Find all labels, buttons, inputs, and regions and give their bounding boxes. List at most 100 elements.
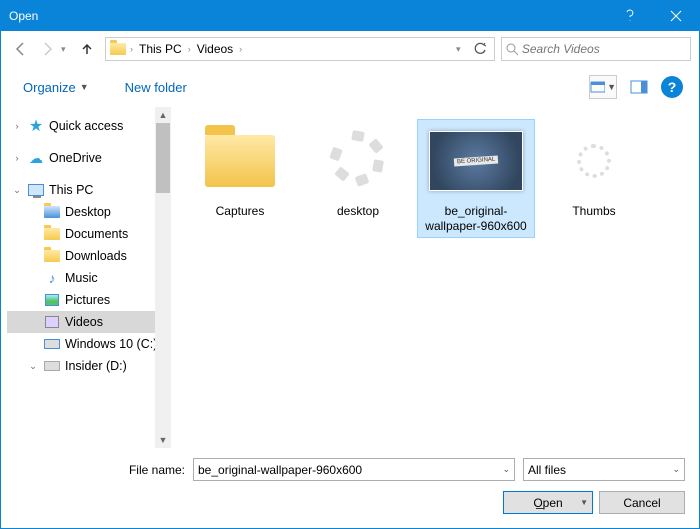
folder-icon (43, 225, 61, 243)
chevron-right-icon[interactable]: › (128, 44, 135, 54)
toolbar: Organize ▼ New folder ▼ ? (1, 67, 699, 107)
tree-documents[interactable]: Documents (7, 223, 171, 245)
breadcrumb-videos[interactable]: Videos (193, 38, 237, 60)
chevron-right-icon[interactable]: › (11, 121, 23, 131)
thumbnail-tag: BE ORIGINAL (454, 155, 499, 166)
item-desktop[interactable]: desktop (299, 119, 417, 223)
item-label: Thumbs (572, 204, 615, 219)
tree-drive-c[interactable]: Windows 10 (C:) (7, 333, 171, 355)
open-split-dropdown[interactable]: ▼ (580, 498, 588, 507)
nav-tree[interactable]: › ★ Quick access › ☁ OneDrive ⌄ This PC … (1, 107, 171, 448)
item-label: Captures (216, 204, 265, 219)
organize-menu[interactable]: Organize ▼ (17, 78, 95, 97)
dialog-body: › ★ Quick access › ☁ OneDrive ⌄ This PC … (1, 107, 699, 448)
file-name-value: be_original-wallpaper-960x600 (198, 463, 362, 477)
location-icon (108, 39, 128, 59)
cloud-icon: ☁ (27, 149, 45, 167)
tree-downloads[interactable]: Downloads (7, 245, 171, 267)
tree-label: Pictures (65, 293, 110, 307)
tree-label: Music (65, 271, 98, 285)
chevron-down-icon[interactable]: ⌄ (672, 464, 680, 475)
dialog-footer: File name: be_original-wallpaper-960x600… (1, 448, 699, 528)
open-dialog: Open ▾ › This PC › Videos › ▾ (0, 0, 700, 529)
forward-button[interactable] (35, 37, 59, 61)
tree-drive-d[interactable]: ⌄ Insider (D:) (7, 355, 171, 377)
chevron-down-icon[interactable]: ⌄ (27, 361, 39, 372)
chevron-down-icon: ▼ (80, 82, 89, 92)
videos-icon (43, 313, 61, 331)
folder-icon (43, 247, 61, 265)
tree-desktop[interactable]: Desktop (7, 201, 171, 223)
tree-label: Downloads (65, 249, 127, 263)
view-mode-button[interactable]: ▼ (589, 75, 617, 99)
item-thumbs[interactable]: Thumbs (535, 119, 653, 223)
loading-icon (308, 123, 408, 198)
pc-icon (27, 181, 45, 199)
close-button[interactable] (653, 1, 699, 31)
scroll-down-icon[interactable]: ▼ (159, 432, 168, 448)
cancel-label: Cancel (623, 496, 660, 510)
tree-videos[interactable]: Videos (7, 311, 171, 333)
tree-this-pc[interactable]: ⌄ This PC (7, 179, 171, 201)
item-captures[interactable]: Captures (181, 119, 299, 223)
refresh-button[interactable] (468, 42, 492, 56)
search-icon (506, 43, 518, 56)
chevron-right-icon[interactable]: › (11, 153, 23, 163)
back-button[interactable] (9, 37, 33, 61)
tree-label: Windows 10 (C:) (65, 337, 157, 351)
chevron-right-icon[interactable]: › (237, 44, 244, 54)
disk-icon (43, 357, 61, 375)
view-icon (590, 81, 605, 93)
search-input[interactable] (522, 42, 686, 56)
music-icon: ♪ (43, 269, 61, 287)
help-button[interactable]: ? (661, 76, 683, 98)
search-box[interactable] (501, 37, 691, 61)
folder-icon (190, 123, 290, 198)
item-label: desktop (337, 204, 379, 219)
image-thumbnail: BE ORIGINAL (426, 123, 526, 198)
sidebar-scrollbar[interactable]: ▲ ▼ (155, 107, 171, 448)
file-name-input[interactable]: be_original-wallpaper-960x600 ⌄ (193, 458, 515, 481)
help-hint-button[interactable] (607, 1, 653, 31)
preview-icon (630, 80, 648, 94)
disk-icon (43, 335, 61, 353)
folder-icon (43, 203, 61, 221)
tree-label: Insider (D:) (65, 359, 127, 373)
tree-label: Quick access (49, 119, 123, 133)
tree-onedrive[interactable]: › ☁ OneDrive (7, 147, 171, 169)
tree-label: Documents (65, 227, 128, 241)
file-name-label: File name: (15, 463, 185, 477)
item-label: be_original-wallpaper-960x600 (421, 204, 531, 234)
new-folder-label: New folder (125, 80, 187, 95)
pictures-icon (43, 291, 61, 309)
tree-label: Desktop (65, 205, 111, 219)
chevron-right-icon[interactable]: › (186, 44, 193, 54)
file-type-filter[interactable]: All files ⌄ (523, 458, 685, 481)
gear-icon (544, 123, 644, 198)
scroll-thumb[interactable] (156, 123, 170, 193)
open-button[interactable]: Open ▼ (503, 491, 593, 514)
file-list[interactable]: Captures desktop BE ORIGINA (171, 107, 699, 448)
breadcrumb[interactable]: › This PC › Videos › ▾ (105, 37, 495, 61)
scroll-up-icon[interactable]: ▲ (159, 107, 168, 123)
tree-label: OneDrive (49, 151, 102, 165)
up-button[interactable] (75, 37, 99, 61)
tree-label: This PC (49, 183, 93, 197)
new-folder-button[interactable]: New folder (119, 78, 193, 97)
window-title: Open (9, 9, 607, 23)
tree-quick-access[interactable]: › ★ Quick access (7, 115, 171, 137)
preview-pane-button[interactable] (627, 75, 651, 99)
history-dropdown[interactable]: ▾ (61, 44, 73, 55)
chevron-down-icon[interactable]: ⌄ (11, 185, 23, 196)
tree-music[interactable]: ♪ Music (7, 267, 171, 289)
item-be-original[interactable]: BE ORIGINAL be_original-wallpaper-960x60… (417, 119, 535, 238)
tree-label: Videos (65, 315, 103, 329)
cancel-button[interactable]: Cancel (599, 491, 685, 514)
star-icon: ★ (27, 117, 45, 135)
chevron-down-icon[interactable]: ⌄ (502, 464, 510, 475)
path-dropdown[interactable]: ▾ (456, 44, 468, 55)
titlebar[interactable]: Open (1, 1, 699, 31)
breadcrumb-this-pc[interactable]: This PC (135, 38, 186, 60)
tree-pictures[interactable]: Pictures (7, 289, 171, 311)
chevron-down-icon: ▼ (607, 82, 616, 92)
